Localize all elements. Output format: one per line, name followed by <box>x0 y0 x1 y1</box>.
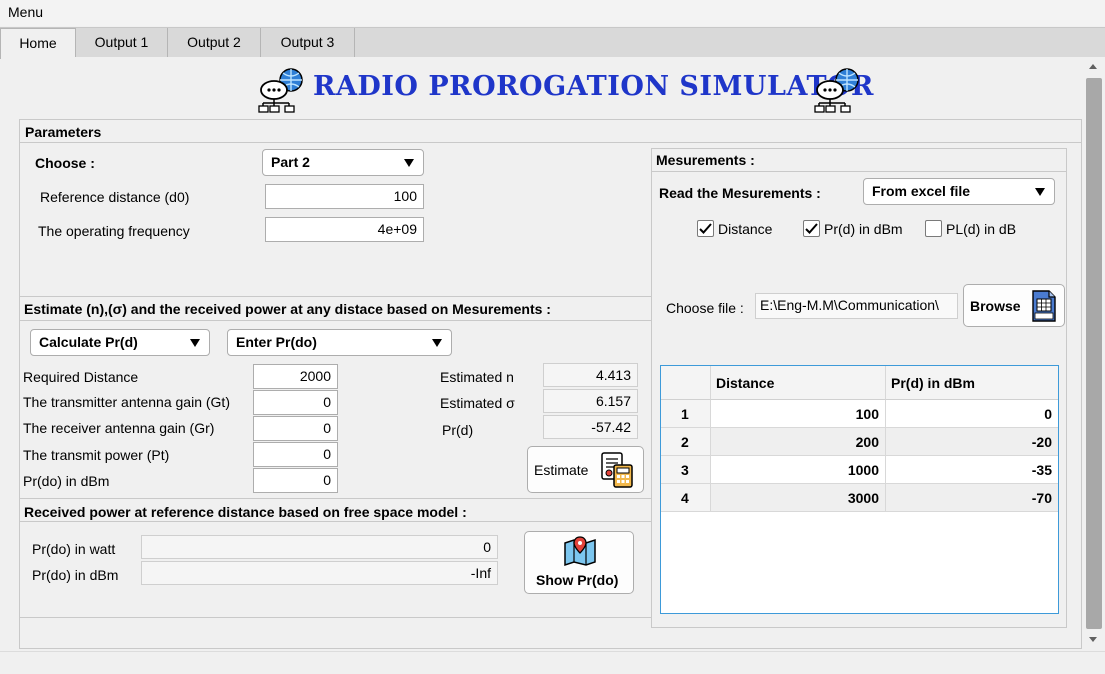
column-header-prd[interactable]: Pr(d) in dBm <box>886 366 1058 400</box>
table-row-index: 3 <box>661 456 711 484</box>
operating-frequency-input[interactable]: 4e+09 <box>265 217 424 242</box>
table-cell-distance[interactable]: 1000 <box>711 456 886 484</box>
parameters-title: Parameters <box>25 124 102 140</box>
tab-output-1[interactable]: Output 1 <box>76 28 168 58</box>
excel-file-icon <box>1032 290 1056 322</box>
dropdown-arrow-icon <box>404 159 414 167</box>
distance-checkbox[interactable] <box>697 220 714 237</box>
tab-home[interactable]: Home <box>0 28 76 59</box>
measurements-title: Mesurements : <box>656 152 755 168</box>
prdo-watt-value: 0 <box>141 535 498 559</box>
choose-file-label: Choose file : <box>666 300 744 316</box>
prd-label: Pr(d) <box>442 422 474 438</box>
prdo-dbm-label-free: Pr(do) in dBm <box>32 567 119 583</box>
dropdown-arrow-icon <box>432 339 442 347</box>
tab-output-3[interactable]: Output 3 <box>261 28 355 58</box>
scroll-up-icon[interactable] <box>1089 64 1097 69</box>
estimate-button[interactable]: Estimate <box>527 446 644 493</box>
operating-frequency-label: The operating frequency <box>38 223 190 239</box>
prd-value: -57.42 <box>543 415 638 439</box>
menu-item[interactable]: Menu <box>8 4 43 20</box>
column-header-distance[interactable]: Distance <box>711 366 886 400</box>
prd-checkbox[interactable] <box>803 220 820 237</box>
dropdown-arrow-icon <box>190 339 200 347</box>
choose-label: Choose : <box>35 155 95 171</box>
divider <box>20 142 1081 143</box>
divider <box>652 171 1066 172</box>
reference-distance-input[interactable]: 100 <box>265 184 424 209</box>
reference-distance-label: Reference distance (d0) <box>40 189 190 205</box>
network-icon <box>814 68 859 113</box>
check-icon <box>699 223 712 234</box>
prdo-dbm-input[interactable]: 0 <box>253 468 338 493</box>
check-icon <box>805 223 818 234</box>
scrollbar-thumb[interactable] <box>1086 78 1102 629</box>
transmit-power-input[interactable]: 0 <box>253 442 338 467</box>
table-cell-distance[interactable]: 100 <box>711 400 886 428</box>
estimated-n-label: Estimated n <box>440 369 514 385</box>
map-pin-icon <box>564 536 596 567</box>
calculate-mode-value: Calculate Pr(d) <box>39 334 138 350</box>
tab-bar: Home Output 1 Output 2 Output 3 <box>0 27 1105 59</box>
table-cell-distance[interactable]: 3000 <box>711 484 886 512</box>
required-distance-input[interactable]: 2000 <box>253 364 338 389</box>
browse-button[interactable]: Browse <box>963 284 1065 327</box>
estimate-button-label: Estimate <box>534 462 589 478</box>
scroll-down-icon[interactable] <box>1089 637 1097 642</box>
show-prdo-button-label: Show Pr(do) <box>536 572 619 588</box>
required-distance-label: Required Distance <box>23 369 139 385</box>
table-corner-header <box>661 366 711 400</box>
show-prdo-button[interactable]: Show Pr(do) <box>524 531 634 594</box>
prd-checkbox-label: Pr(d) in dBm <box>824 221 903 237</box>
transmitter-gain-input[interactable]: 0 <box>253 390 338 415</box>
pld-checkbox-label: PL(d) in dB <box>946 221 1017 237</box>
input-mode-dropdown[interactable]: Enter Pr(do) <box>227 329 452 356</box>
table-cell-prd[interactable]: -35 <box>886 456 1058 484</box>
prdo-dbm-value-free: -Inf <box>141 561 498 585</box>
distance-checkbox-label: Distance <box>718 221 773 237</box>
divider <box>20 320 651 321</box>
divider <box>20 498 651 499</box>
receiver-gain-label: The receiver antenna gain (Gr) <box>23 420 215 436</box>
choose-dropdown[interactable]: Part 2 <box>262 149 424 176</box>
file-path-field[interactable]: E:\Eng-M.M\Communication\ <box>755 293 958 319</box>
receiver-gain-input[interactable]: 0 <box>253 416 338 441</box>
estimated-n-value: 4.413 <box>543 363 638 387</box>
table-cell-prd[interactable]: 0 <box>886 400 1058 428</box>
table-row-index: 1 <box>661 400 711 428</box>
browse-button-label: Browse <box>970 298 1021 314</box>
prdo-dbm-label: Pr(do) in dBm <box>23 473 110 489</box>
estimated-sigma-value: 6.157 <box>543 389 638 413</box>
table-cell-distance[interactable]: 200 <box>711 428 886 456</box>
network-icon <box>258 68 303 113</box>
choose-dropdown-value: Part 2 <box>271 154 310 170</box>
divider <box>20 296 651 297</box>
table-cell-prd[interactable]: -70 <box>886 484 1058 512</box>
read-source-value: From excel file <box>872 183 971 199</box>
calculate-mode-dropdown[interactable]: Calculate Pr(d) <box>30 329 210 356</box>
input-mode-value: Enter Pr(do) <box>236 334 317 350</box>
read-measurements-label: Read the Mesurements : <box>659 185 821 201</box>
menu-bar: Menu <box>0 0 1105 26</box>
estimated-sigma-label: Estimated σ <box>440 395 515 411</box>
pld-checkbox[interactable] <box>925 220 942 237</box>
table-cell-prd[interactable]: -20 <box>886 428 1058 456</box>
read-source-dropdown[interactable]: From excel file <box>863 178 1055 205</box>
measurements-table[interactable]: Distance Pr(d) in dBm 1 100 0 2 200 -20 … <box>660 365 1059 614</box>
prdo-watt-label: Pr(do) in watt <box>32 541 116 557</box>
status-bar <box>0 651 1105 674</box>
table-row-index: 2 <box>661 428 711 456</box>
app-title: RADIO PROROGATION SIMULATOR <box>313 71 874 102</box>
free-space-title: Received power at reference distance bas… <box>24 504 467 520</box>
divider <box>20 617 651 618</box>
estimate-title: Estimate (n),(σ) and the received power … <box>24 301 551 317</box>
dropdown-arrow-icon <box>1035 188 1045 196</box>
divider <box>20 521 651 522</box>
calculator-icon <box>601 452 633 488</box>
tab-output-2[interactable]: Output 2 <box>168 28 261 58</box>
transmit-power-label: The transmit power (Pt) <box>23 447 170 463</box>
transmitter-gain-label: The transmitter antenna gain (Gt) <box>23 394 230 410</box>
table-row-index: 4 <box>661 484 711 512</box>
